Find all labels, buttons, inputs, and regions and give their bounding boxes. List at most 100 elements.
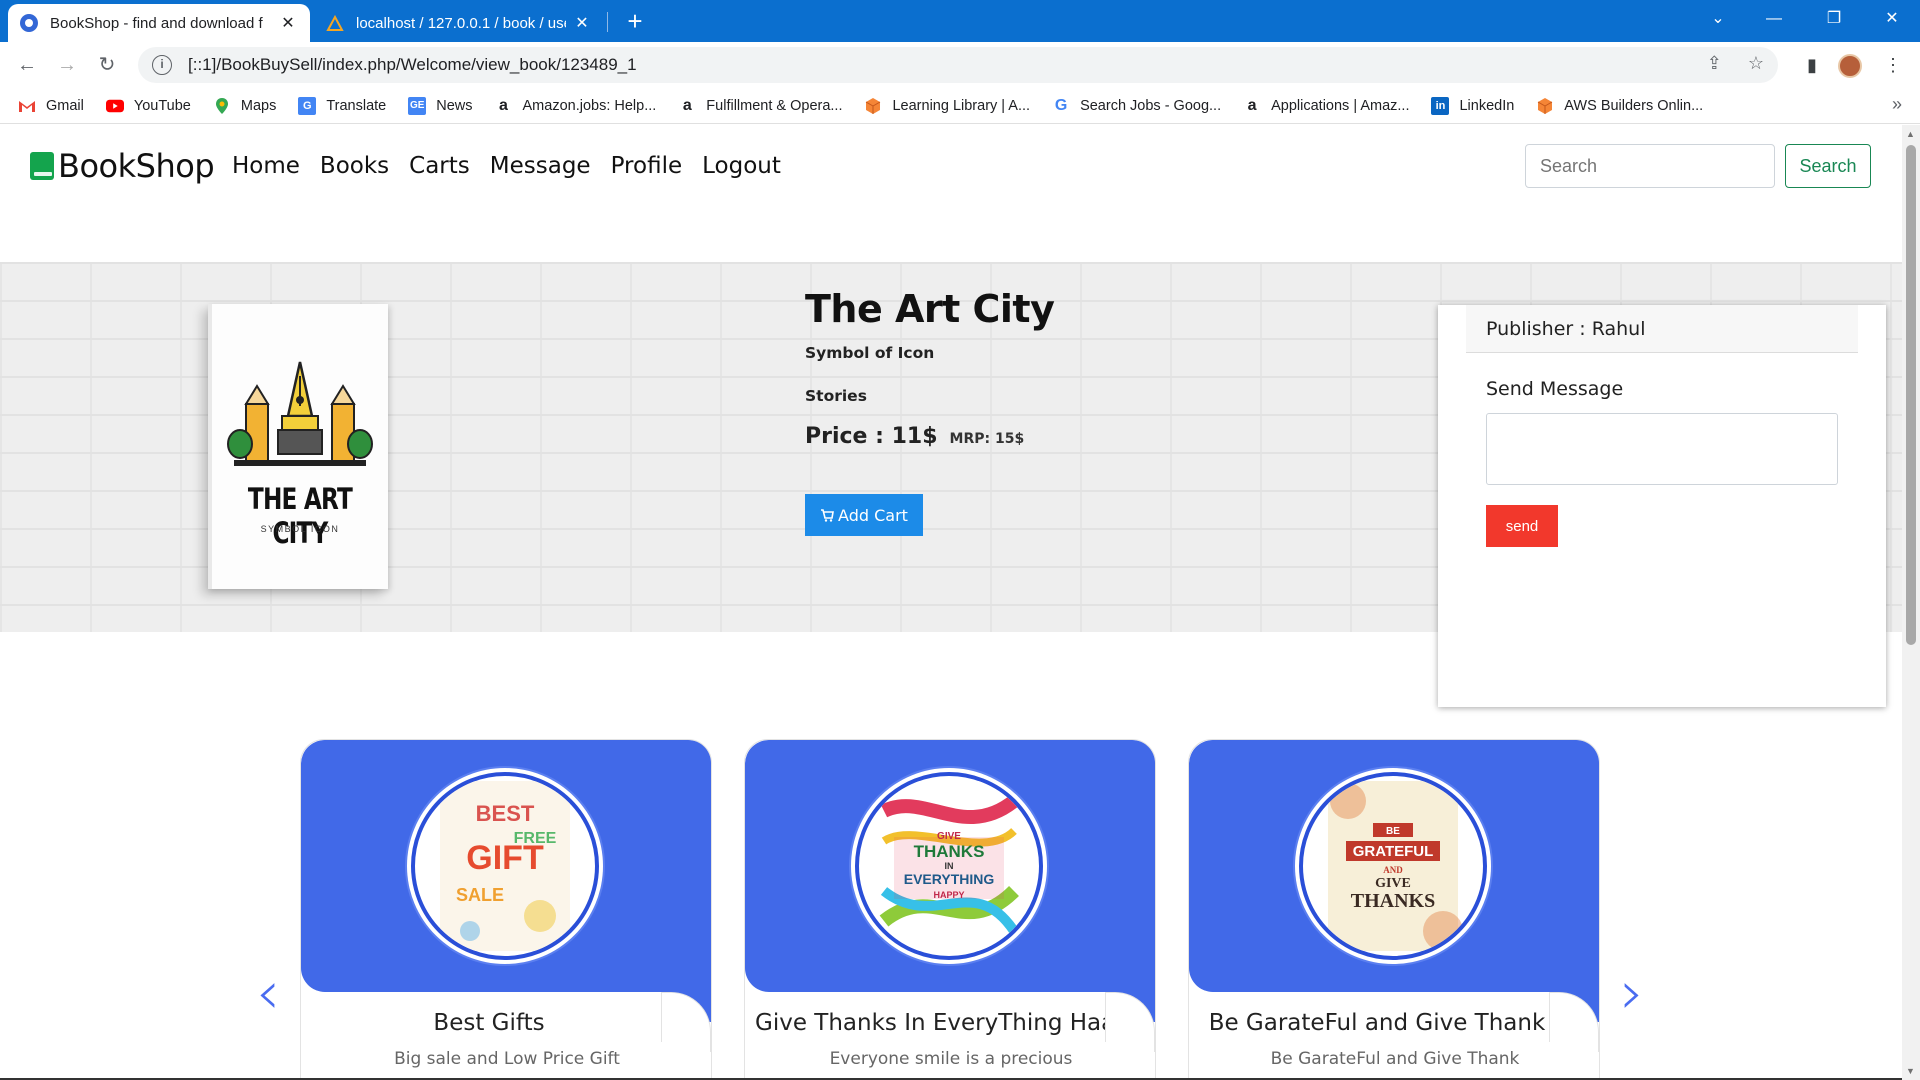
book-icon [30,152,54,180]
message-textarea[interactable] [1486,413,1838,485]
maps-icon [213,97,231,115]
bookmark-search-jobs[interactable]: G Search Jobs - Goog... [1052,97,1221,115]
close-window-icon[interactable]: ✕ [1864,0,1920,38]
new-tab-icon[interactable]: + [620,6,650,36]
bookmark-news[interactable]: GE News [408,96,473,115]
tab-bookshop[interactable]: BookShop - find and download f ✕ [8,4,310,42]
menu-kebab-icon[interactable]: ⋮ [1878,50,1908,80]
tab-title: localhost / 127.0.0.1 / book / use [356,14,566,32]
tab-close-icon[interactable]: ✕ [572,13,592,33]
card-description: Big sale and Low Price Gift [394,1049,620,1069]
card-art-text: THANKS [914,842,985,861]
reload-icon[interactable]: ↻ [92,50,122,80]
bookmark-gmail[interactable]: Gmail [18,97,84,115]
card-art-text: GRATEFUL [1353,843,1434,860]
book-mrp: MRP: 15$ [949,431,1025,447]
card-title: Best Gifts [433,1010,545,1036]
carousel-card[interactable]: GIVE THANKS IN EVERYTHING HAPPY Give Tha… [744,739,1156,1080]
news-icon: GE [408,96,427,115]
url-text: [::1]/BookBuySell/index.php/Welcome/view… [188,55,637,74]
bookmark-amazon-jobs[interactable]: a Amazon.jobs: Help... [495,97,656,115]
carousel-card[interactable]: BEST GIFT SALE FREE Best Gifts Big sale … [300,739,712,1080]
page-scrollbar[interactable]: ▲ ▼ [1902,125,1920,1080]
side-panel-icon[interactable]: ▮ [1797,50,1827,80]
carousel-prev-icon[interactable]: ‹ [248,963,288,1028]
nav-books[interactable]: Books [320,153,389,179]
tab-separator [607,12,608,32]
card-art-text: HAPPY [933,890,964,900]
bookmark-star-icon[interactable]: ☆ [1748,53,1764,74]
publisher-message-card: Publisher : Rahul Send Message send [1438,305,1886,707]
nav-home[interactable]: Home [232,153,300,179]
youtube-icon [105,97,124,115]
bookmark-maps[interactable]: Maps [213,97,276,115]
card-art-text: BE [1386,826,1400,837]
scrollbar-thumb[interactable] [1906,145,1916,645]
send-button[interactable]: send [1486,505,1558,547]
profile-avatar[interactable] [1838,54,1862,78]
scroll-down-icon[interactable]: ▼ [1906,1066,1915,1076]
nav-logout[interactable]: Logout [702,153,781,179]
carousel-card[interactable]: BE GRATEFUL AND GIVE THANKS Be GarateFul… [1188,739,1600,1080]
pen-pencils-logo-icon [227,361,373,466]
linkedin-icon: in [1431,96,1450,115]
bookmark-learning-library[interactable]: Learning Library | A... [864,97,1030,115]
back-icon[interactable]: ← [12,50,42,80]
gmail-icon [18,97,36,115]
bookmark-fulfillment[interactable]: a Fulfillment & Opera... [678,96,843,115]
browser-toolbar: ← → ↻ i [::1]/BookBuySell/index.php/Welc… [0,42,1920,88]
brand-logo[interactable]: BookShop [30,147,215,185]
add-cart-button[interactable]: Add Cart [805,494,923,536]
bookmark-applications[interactable]: a Applications | Amaz... [1243,96,1410,115]
bookmarks-bar: Gmail YouTube Maps G Translate GE News a Am… [0,88,1920,124]
grateful-art-icon: BE GRATEFUL AND GIVE THANKS [1328,781,1463,951]
carousel-next-icon[interactable]: › [1612,963,1652,1028]
tab-title: BookShop - find and download f [50,14,263,32]
cover-subtitle: SYMBOL ICON [260,524,340,534]
bookmark-linkedin[interactable]: in LinkedIn [1431,96,1514,115]
bookmark-aws-builders[interactable]: AWS Builders Onlin... [1536,97,1703,115]
browser-tab-bar: BookShop - find and download f ✕ localho… [0,0,1920,42]
card-art-text: EVERYTHING [904,871,995,887]
publisher-name: Publisher : Rahul [1466,305,1858,353]
search-button[interactable]: Search [1785,144,1871,188]
amazon-icon: a [1247,96,1257,114]
google-icon: G [1054,96,1068,114]
address-bar[interactable]: i [::1]/BookBuySell/index.php/Welcome/vi… [138,47,1778,83]
nav-message[interactable]: Message [490,153,591,179]
book-cover-image: THE ART CITY SYMBOL ICON [208,304,388,589]
card-divider [1549,992,1550,1042]
card-art-text: AND [1383,865,1403,875]
forward-icon[interactable]: → [52,50,82,80]
card-title: Give Thanks In EveryThing Haap [755,1010,1130,1036]
translate-icon: G [298,96,317,115]
book-category: Stories [805,387,867,405]
price-row: Price : 11$ MRP: 15$ [805,424,1024,449]
card-divider [1105,992,1106,1042]
tab-close-icon[interactable]: ✕ [278,13,298,33]
cover-title: THE ART CITY [247,482,353,550]
card-art-text: IN [945,861,954,871]
page-viewport: BookShop Home Books Carts Message Profil… [0,125,1902,1080]
search-input[interactable] [1525,144,1775,188]
more-bookmarks-icon[interactable]: » [1892,94,1902,115]
tab-phpmyadmin[interactable]: localhost / 127.0.0.1 / book / use ✕ [314,4,604,42]
card-divider [661,992,662,1042]
nav-profile[interactable]: Profile [611,153,683,179]
card-art-text: BEST [476,801,535,826]
site-navbar: BookShop Home Books Carts Message Profil… [0,125,1902,215]
thanks-art-icon: GIVE THANKS IN EVERYTHING HAPPY [879,781,1019,951]
bookmark-translate[interactable]: G Translate [298,96,386,115]
minimize-icon[interactable]: — [1746,0,1802,38]
amazon-icon: a [682,96,692,114]
restore-icon[interactable]: ❐ [1806,0,1862,38]
bookmark-youtube[interactable]: YouTube [105,97,191,115]
scroll-up-icon[interactable]: ▲ [1906,129,1915,139]
book-price: Price : 11$ [805,424,938,449]
share-icon[interactable]: ⇪ [1707,53,1722,74]
brand-name: BookShop [58,147,215,185]
nav-carts[interactable]: Carts [409,153,470,179]
site-info-icon[interactable]: i [152,55,172,75]
card-art-text: GIVE [937,831,961,842]
tab-search-icon[interactable]: ⌄ [1690,0,1746,38]
